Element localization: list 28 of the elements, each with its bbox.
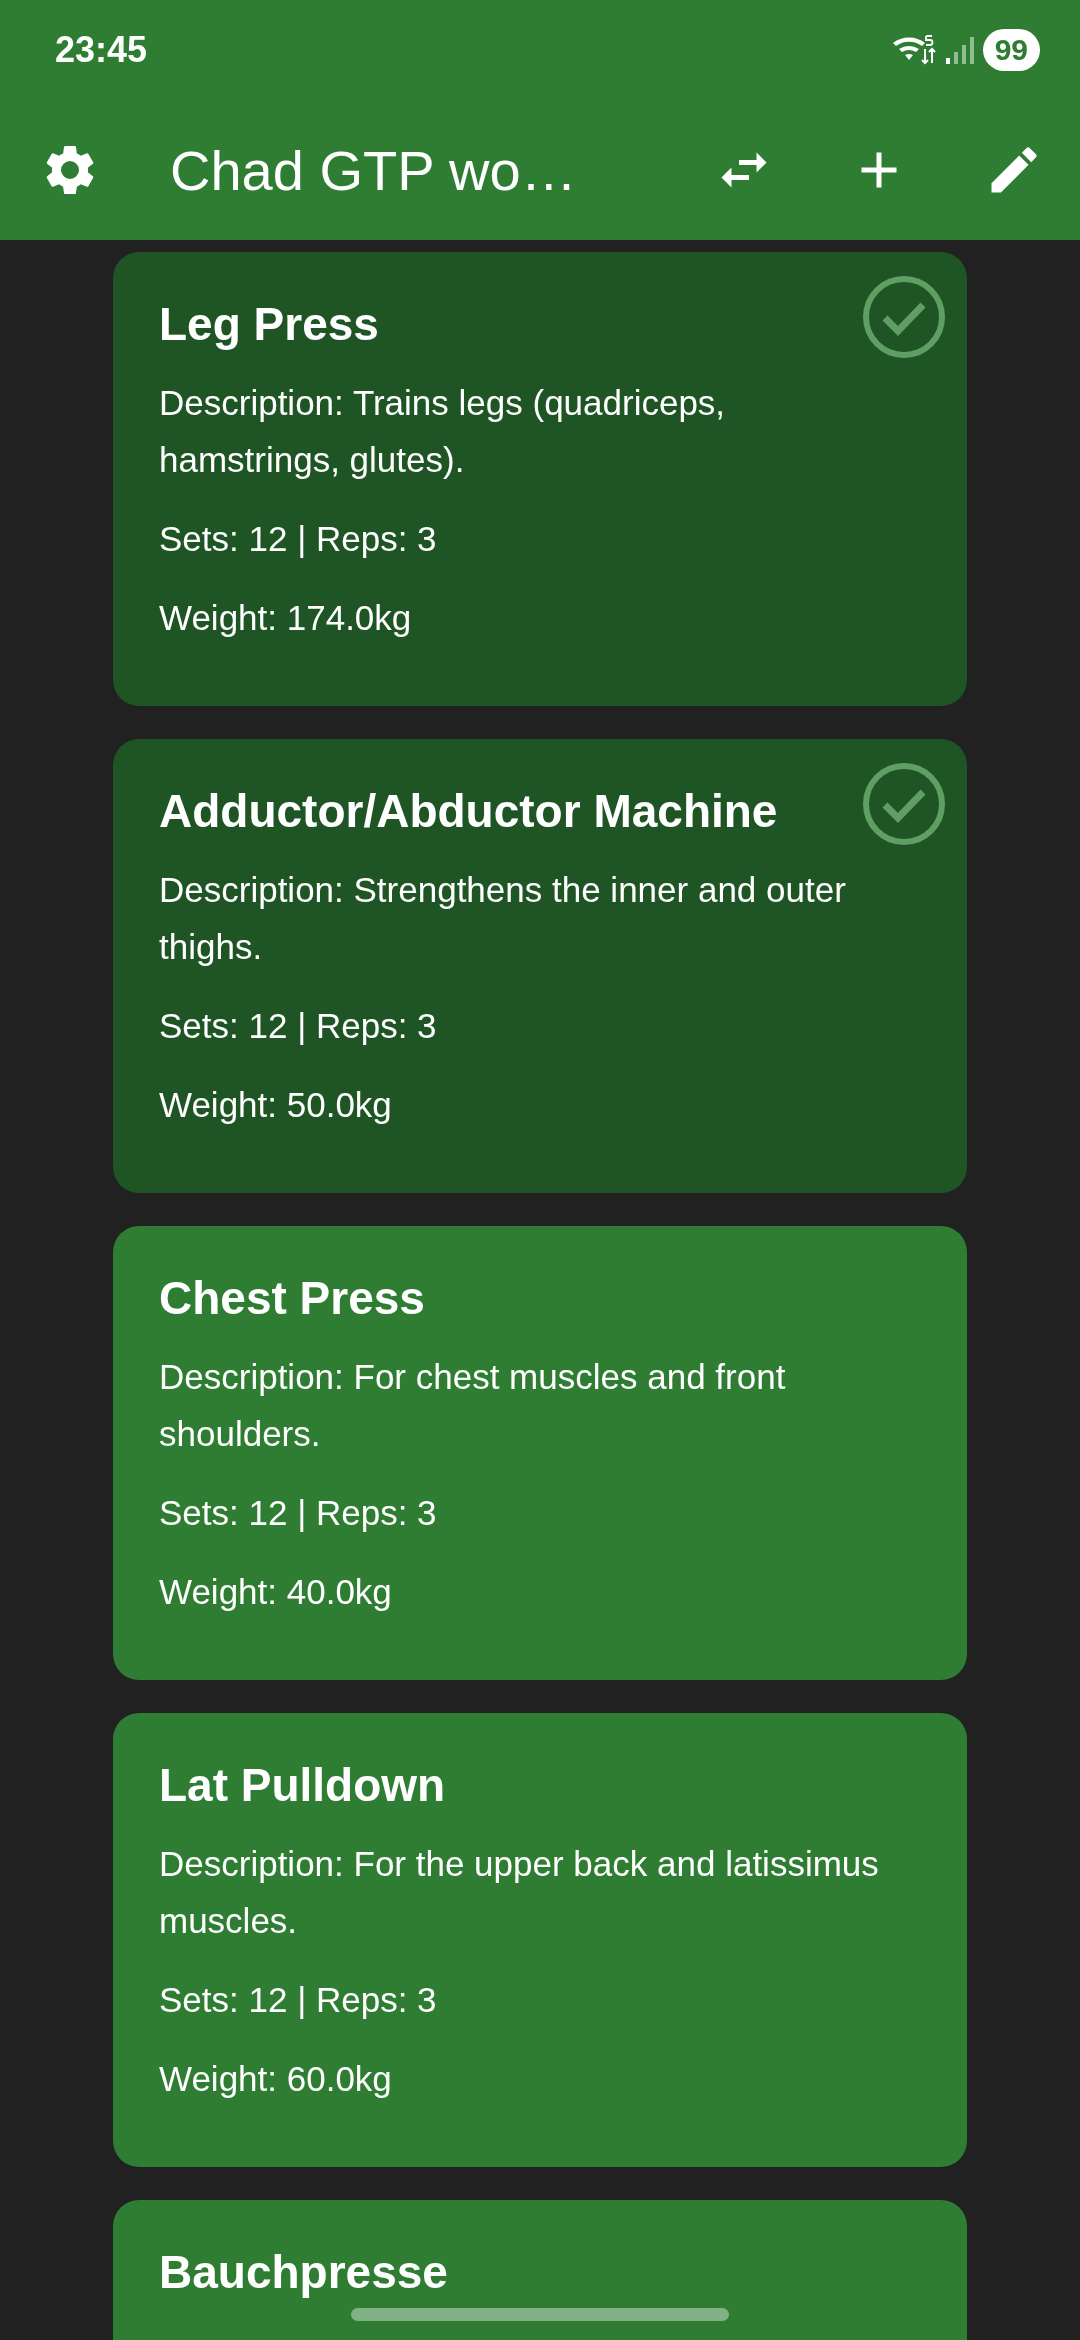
status-time: 23:45 xyxy=(55,29,148,71)
exercise-card[interactable]: Bauchpresse xyxy=(113,2200,967,2340)
exercise-description: Description: For the upper back and latissimus muscles. xyxy=(159,1843,880,1942)
exercise-card[interactable]: Adductor/Abductor Machine Description: Strengthens the inner and outer thighs. Sets: 12 | Reps: 3 Weight: 50.0kg xyxy=(113,739,967,1193)
check-circle-icon xyxy=(861,274,947,360)
weight-text: Weight: 50.0kg xyxy=(159,1084,393,1126)
exercise-card[interactable]: Leg Press Description: Trains legs (quadriceps, hamstrings, glutes). Sets: 12 | Reps: 3 Weight: 174.0kg xyxy=(113,252,967,706)
battery-indicator: 99 xyxy=(982,29,1040,71)
exercise-name: Bauchpresse xyxy=(159,2245,448,2300)
exercise-description: Description: For chest muscles and front shoulders. xyxy=(159,1356,787,1455)
exercise-name: Leg Press xyxy=(159,297,379,352)
exercise-name: Lat Pulldown xyxy=(159,1758,446,1813)
exercise-description: Description: Strengthens the inner and outer thighs. xyxy=(159,869,847,968)
sets-reps-text: Sets: 12 | Reps: 3 xyxy=(159,518,438,560)
app-title: Chad GTP wo… xyxy=(170,137,578,203)
exercise-card[interactable]: Lat Pulldown Description: For the upper back and latissimus muscles. Sets: 12 | Reps: 3 Weight: 60.0kg xyxy=(113,1713,967,2167)
check-circle-icon xyxy=(861,761,947,847)
weight-text: Weight: 40.0kg xyxy=(159,1571,393,1613)
signal-icon xyxy=(944,34,975,66)
weight-text: Weight: 174.0kg xyxy=(159,597,413,639)
sets-reps-text: Sets: 12 | Reps: 3 xyxy=(159,1005,438,1047)
exercise-name: Adductor/Abductor Machine xyxy=(159,784,778,839)
exercise-card[interactable]: Chest Press Description: For chest muscles and front shoulders. Sets: 12 | Reps: 3 Weight: 40.0kg xyxy=(113,1226,967,1680)
weight-text: Weight: 60.0kg xyxy=(159,2058,393,2100)
sets-reps-text: Sets: 12 | Reps: 3 xyxy=(159,1492,438,1534)
exercise-description: Description: Trains legs (quadriceps, hamstrings, glutes). xyxy=(159,382,727,481)
sets-reps-text: Sets: 12 | Reps: 3 xyxy=(159,1979,438,2021)
exercise-name: Chest Press xyxy=(159,1271,425,1326)
